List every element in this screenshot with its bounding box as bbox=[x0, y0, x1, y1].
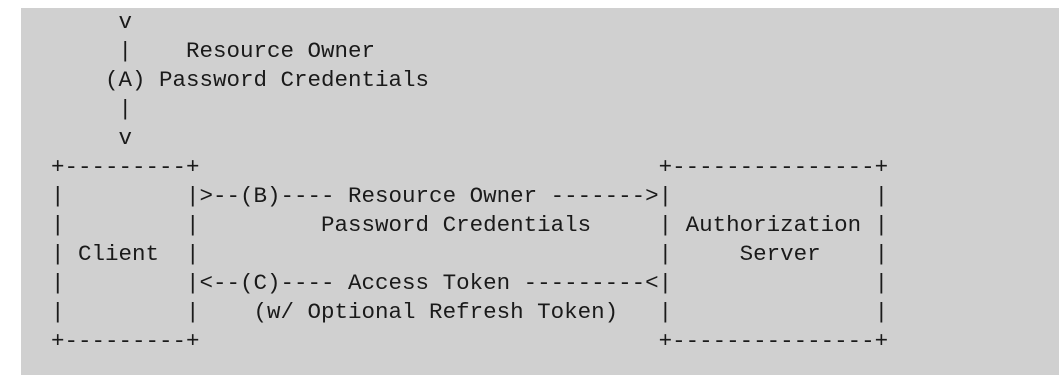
diagram-line-connector: | bbox=[51, 96, 133, 122]
diagram-line-step-a: (A) Password Credentials bbox=[51, 67, 430, 93]
diagram-line-step-b: | |>--(B)---- Resource Owner ------->| | bbox=[51, 183, 889, 209]
diagram-line-box-top: +---------+ +---------------+ bbox=[51, 154, 889, 180]
diagram-line-box-bottom: +---------+ +---------------+ bbox=[51, 328, 889, 354]
diagram-line-arrow-top: v bbox=[51, 9, 133, 35]
diagram-line-credentials-label: | | Password Credentials | Authorization… bbox=[51, 212, 889, 238]
diagram-line-arrow-bottom: v bbox=[51, 125, 133, 151]
diagram-line-step-c: | |<--(C)---- Access Token ---------<| | bbox=[51, 270, 889, 296]
diagram-line-resource-owner: | Resource Owner bbox=[51, 38, 376, 64]
diagram-line-client-server: | Client | | Server | bbox=[51, 241, 889, 267]
ascii-diagram-panel: v | Resource Owner (A) Password Credenti… bbox=[21, 8, 1059, 375]
diagram-line-refresh-token: | | (w/ Optional Refresh Token) | | bbox=[51, 299, 889, 325]
